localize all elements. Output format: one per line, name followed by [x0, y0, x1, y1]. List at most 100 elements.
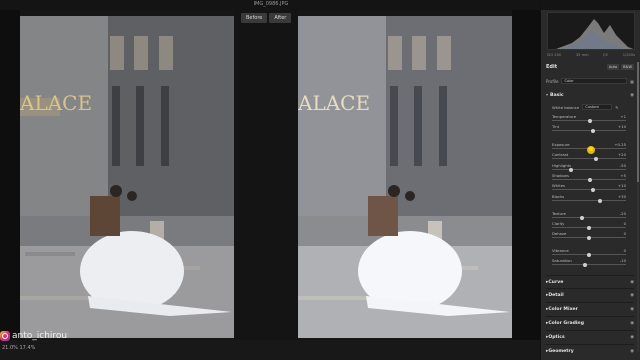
after-tab[interactable]: After — [269, 13, 292, 23]
auto-button[interactable]: Auto — [606, 64, 620, 70]
eye-icon[interactable]: ◉ — [630, 335, 634, 340]
panel-top-bar — [541, 0, 640, 10]
slider-label: Texture — [552, 211, 566, 216]
eye-icon[interactable]: ◉ — [630, 93, 634, 98]
section-geometry[interactable]: ▸Geometry ◉ — [546, 344, 634, 357]
slider-thumb[interactable] — [587, 235, 591, 240]
eye-icon[interactable]: ◉ — [630, 280, 634, 285]
section-label: Color Mixer — [548, 306, 578, 312]
bw-button[interactable]: B&W — [621, 64, 634, 70]
slider-thumb[interactable] — [579, 215, 584, 220]
slider-thumb[interactable] — [590, 187, 595, 192]
slider-clarity[interactable]: Clarity 0 — [552, 221, 634, 231]
slider-thumb[interactable] — [587, 225, 591, 230]
slider-label: Dehaze — [552, 231, 567, 236]
slider-value[interactable]: +1 — [620, 114, 626, 119]
eye-icon[interactable]: ◉ — [630, 293, 634, 298]
slider-label: Exposure — [552, 142, 570, 147]
slider-value[interactable]: +5 — [620, 173, 626, 178]
slider-thumb[interactable] — [568, 167, 573, 172]
slider-value[interactable]: +30 — [618, 194, 626, 199]
slider-highlights[interactable]: Highlights -50 — [552, 163, 634, 173]
slider-whites[interactable]: Whites +10 — [552, 183, 634, 193]
slider-thumb[interactable] — [587, 118, 592, 123]
slider-label: Clarity — [552, 221, 565, 226]
basic-section-header[interactable]: ▾ Basic ◉ — [546, 92, 634, 98]
canvas-margin-right — [512, 10, 540, 340]
eye-icon[interactable]: ◉ — [630, 307, 634, 312]
slider-tint[interactable]: Tint +10 — [552, 124, 634, 134]
section-label: Geometry — [548, 348, 574, 354]
slider-track[interactable] — [552, 264, 626, 265]
slider-thumb[interactable] — [583, 262, 588, 267]
instagram-icon — [0, 331, 10, 341]
slider-value[interactable]: 0 — [624, 231, 626, 236]
slider-blacks[interactable]: Blacks +30 — [552, 194, 634, 204]
slider-track[interactable] — [552, 189, 626, 190]
slider-value[interactable]: -50 — [620, 163, 626, 168]
profile-label: Profile — [546, 78, 559, 84]
slider-value[interactable]: +0.25 — [614, 142, 626, 147]
slider-thumb[interactable] — [598, 198, 603, 203]
slider-dehaze[interactable]: Dehaze 0 — [552, 231, 634, 241]
before-after-tabs: Before After — [241, 13, 292, 23]
profile-row: Profile Color ▦ — [546, 78, 634, 84]
histogram — [547, 12, 635, 50]
canvas-divider — [234, 10, 298, 340]
slider-value[interactable]: 0 — [624, 248, 626, 253]
slider-value[interactable]: -20 — [620, 211, 626, 216]
slider-label: Temperature — [552, 114, 577, 119]
compare-canvas[interactable]: ALACE ALACE — [0, 10, 540, 340]
slider-label: Shadows — [552, 173, 569, 178]
slider-thumb[interactable] — [587, 252, 591, 257]
slider-track[interactable] — [552, 217, 626, 218]
section-color-grading[interactable]: ▸Color Grading ◉ — [546, 316, 634, 329]
zoom-level[interactable]: 21.0% 17.4% — [2, 345, 35, 351]
bottom-toolbar — [0, 340, 540, 360]
wb-label: White balance — [552, 104, 580, 110]
panel-scrollbar[interactable] — [637, 62, 639, 352]
slider-value[interactable]: +10 — [618, 183, 626, 188]
slider-saturation[interactable]: Saturation -10 — [552, 258, 634, 268]
meta-aperture: f/2 — [603, 53, 609, 57]
slider-value[interactable]: -10 — [620, 258, 626, 263]
slider-shadows[interactable]: Shadows +5 — [552, 173, 634, 183]
slider-label: Tint — [552, 124, 560, 129]
slider-track[interactable] — [552, 169, 626, 170]
section-detail[interactable]: ▸Detail ◉ — [546, 288, 634, 301]
slider-track[interactable] — [552, 158, 626, 159]
slider-contrast[interactable]: Contrast +20 — [552, 152, 634, 162]
meta-iso: ISO 200 — [547, 53, 562, 57]
profile-select[interactable]: Color — [561, 78, 628, 84]
slider-value[interactable]: +20 — [618, 152, 626, 157]
wb-select[interactable]: Custom — [582, 104, 613, 110]
mouse-cursor-highlight — [587, 146, 595, 154]
watermark-credit: anto_ichirou — [0, 331, 67, 341]
slider-vibrance[interactable]: Vibrance 0 — [552, 248, 634, 258]
slider-value[interactable]: +10 — [618, 124, 626, 129]
canvas-margin-left — [0, 10, 20, 340]
section-label: Curve — [548, 279, 564, 285]
slider-label: Saturation — [552, 258, 572, 263]
slider-track[interactable] — [552, 200, 626, 201]
section-color-mixer[interactable]: ▸Color Mixer ◉ — [546, 302, 634, 315]
eye-icon[interactable]: ◉ — [630, 321, 634, 326]
white-balance-row: White balance Custom ✎ — [552, 104, 634, 110]
svg-text:ALACE: ALACE — [20, 91, 92, 115]
before-photo[interactable]: ALACE — [20, 16, 234, 338]
slider-label: Whites — [552, 183, 566, 188]
before-tab[interactable]: Before — [241, 13, 268, 23]
slider-thumb[interactable] — [594, 156, 599, 161]
section-optics[interactable]: ▸Optics ◉ — [546, 330, 634, 343]
grid-icon[interactable]: ▦ — [630, 79, 634, 84]
slider-thumb[interactable] — [590, 128, 595, 133]
slider-value[interactable]: 0 — [624, 221, 626, 226]
slider-temperature[interactable]: Temperature +1 — [552, 114, 634, 124]
slider-texture[interactable]: Texture -20 — [552, 211, 634, 221]
eyedropper-icon[interactable]: ✎ — [615, 105, 618, 110]
after-photo[interactable]: ALACE — [298, 16, 512, 338]
svg-text:ALACE: ALACE — [298, 91, 370, 115]
slider-track[interactable] — [552, 130, 626, 131]
section-curve[interactable]: ▸Curve ◉ — [546, 275, 634, 288]
eye-icon[interactable]: ◉ — [630, 349, 634, 354]
